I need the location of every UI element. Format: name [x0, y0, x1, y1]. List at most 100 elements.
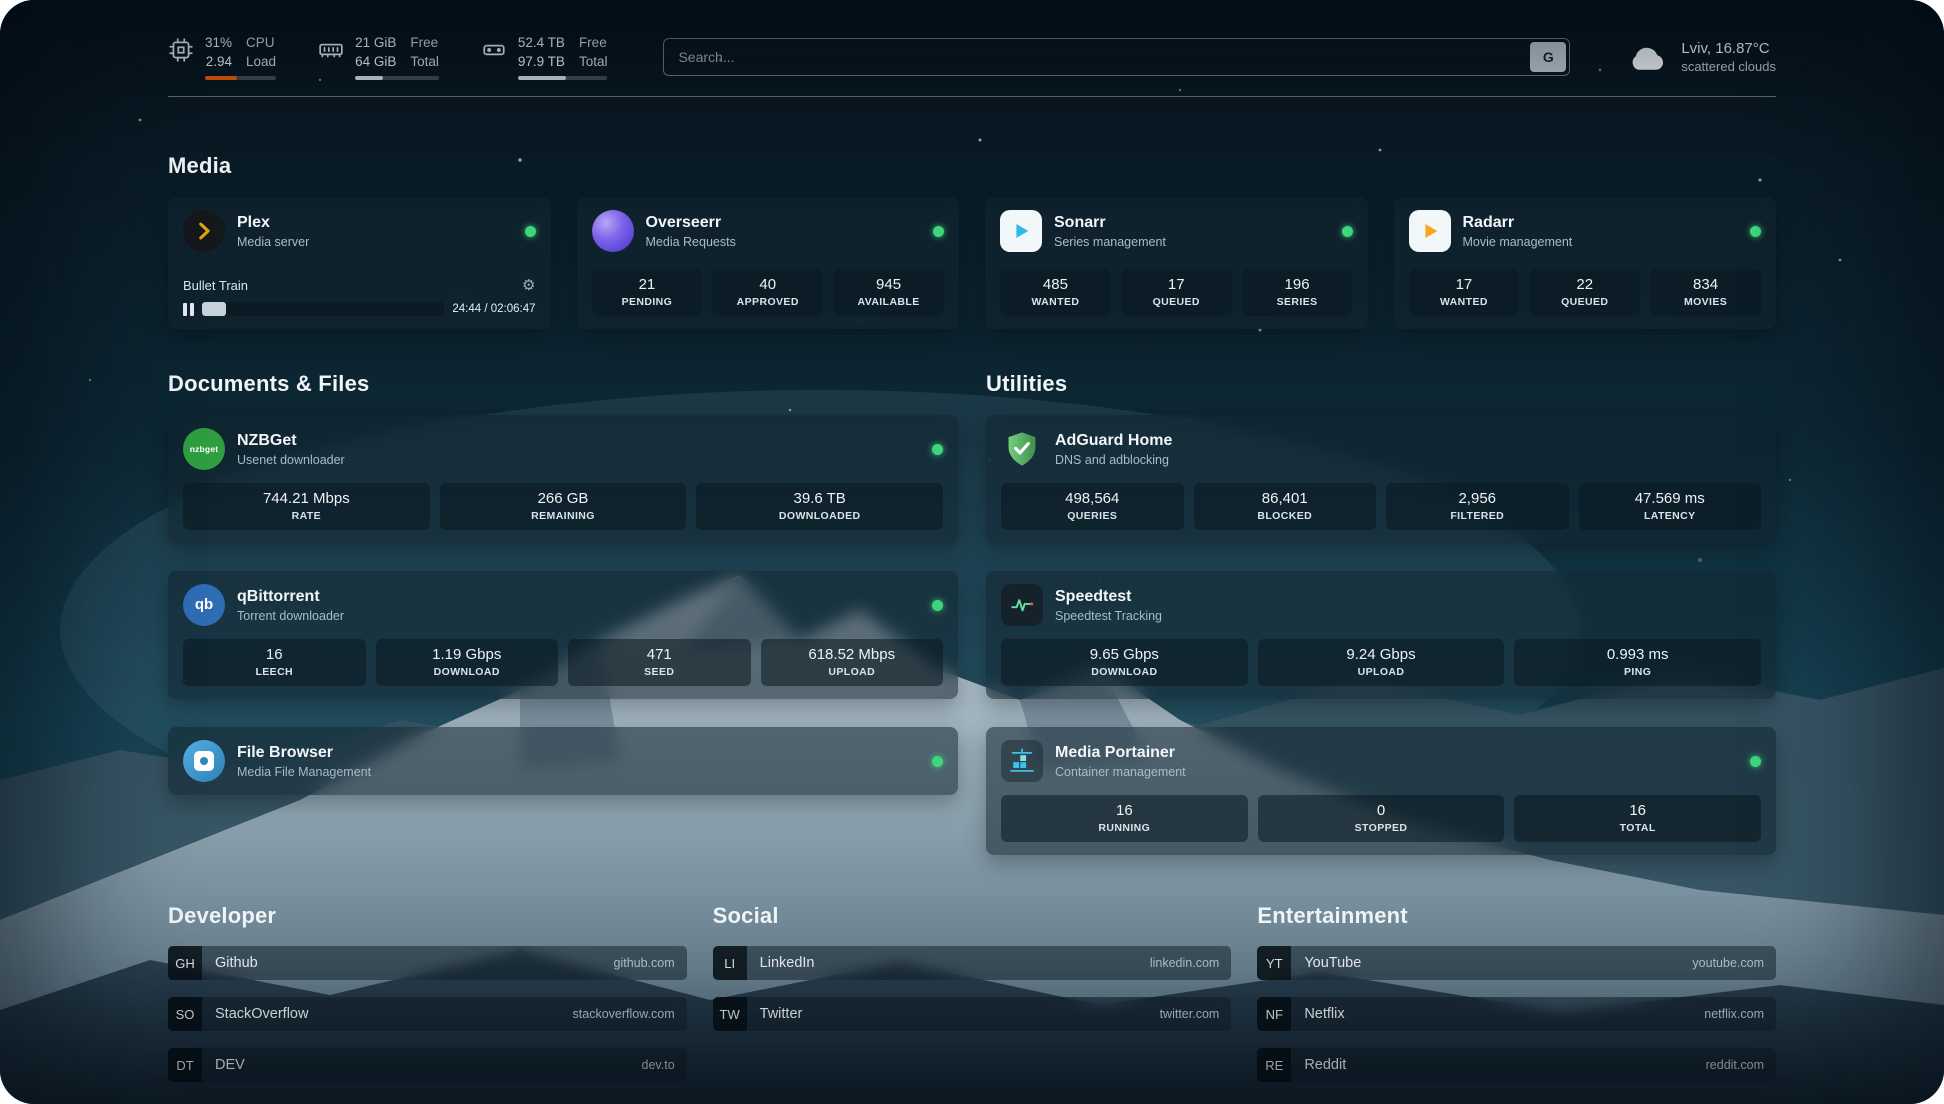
bookmark-name: LinkedIn	[760, 955, 815, 971]
bookmark-youtube[interactable]: YT YouTube youtube.com	[1257, 946, 1776, 980]
service-card-adguard[interactable]: AdGuard Home DNS and adblocking 498,564 …	[986, 415, 1776, 543]
disk-widget: 52.4 TB Free 97.9 TB Total	[481, 34, 608, 80]
service-name: Sonarr	[1054, 214, 1166, 232]
service-card-overseerr[interactable]: Overseerr Media Requests 21 PENDING 40 A…	[577, 197, 960, 329]
memory-widget: 21 GiB Free 64 GiB Total	[318, 34, 439, 80]
stat-download: 1.19 Gbps DOWNLOAD	[376, 639, 559, 686]
service-name: AdGuard Home	[1055, 432, 1172, 450]
disk-label-2: Total	[579, 53, 608, 71]
service-card-sonarr[interactable]: Sonarr Series management 485 WANTED 17 Q…	[985, 197, 1368, 329]
bookmark-dev[interactable]: DT DEV dev.to	[168, 1048, 687, 1082]
page-content: 31% CPU 2.94 Load	[0, 0, 1944, 1104]
bookmark-domain: github.com	[614, 956, 675, 970]
bookmark-linkedin[interactable]: LI LinkedIn linkedin.com	[713, 946, 1232, 980]
search-bar: G	[663, 38, 1570, 76]
cpu-widget: 31% CPU 2.94 Load	[168, 34, 276, 80]
bookmark-netflix[interactable]: NF Netflix netflix.com	[1257, 997, 1776, 1031]
weather-condition: scattered clouds	[1681, 59, 1776, 74]
plex-icon	[183, 210, 225, 252]
stat-movies: 834 MOVIES	[1650, 269, 1761, 316]
filebrowser-icon	[183, 740, 225, 782]
status-dot	[932, 444, 943, 455]
service-card-speedtest[interactable]: Speedtest Speedtest Tracking 9.65 Gbps D…	[986, 571, 1776, 699]
radarr-icon	[1409, 210, 1451, 252]
pause-button[interactable]	[183, 303, 194, 316]
bookmark-group-developer: Developer GH Github github.com SO StackO…	[168, 903, 687, 1082]
service-card-nzbget[interactable]: nzbget NZBGet Usenet downloader 744.21 M…	[168, 415, 958, 543]
bookmark-abbr: YT	[1257, 946, 1291, 980]
weather-location: Lviv, 16.87°C	[1681, 40, 1776, 57]
service-name: qBittorrent	[237, 588, 344, 606]
service-name: Plex	[237, 214, 309, 232]
stat-running: 16 RUNNING	[1001, 795, 1248, 842]
disk-progress-fill	[518, 76, 566, 80]
status-dot	[1342, 226, 1353, 237]
stat-remaining: 266 GB REMAINING	[440, 483, 687, 530]
disk-total-value: 97.9 TB	[518, 53, 565, 71]
memory-label-2: Total	[410, 53, 439, 71]
bookmark-reddit[interactable]: RE Reddit reddit.com	[1257, 1048, 1776, 1082]
stat-queued: 17 QUEUED	[1121, 269, 1232, 316]
service-card-filebrowser[interactable]: File Browser Media File Management	[168, 727, 958, 795]
bookmark-name: StackOverflow	[215, 1006, 308, 1022]
service-card-plex[interactable]: Plex Media server Bullet Train ⚙	[168, 197, 551, 329]
stat-queries: 498,564 QUERIES	[1001, 483, 1184, 530]
memory-progress-fill	[355, 76, 383, 80]
service-card-portainer[interactable]: Media Portainer Container management 16 …	[986, 727, 1776, 855]
nzbget-icon: nzbget	[183, 428, 225, 470]
stat-rate: 744.21 Mbps RATE	[183, 483, 430, 530]
bookmark-twitter[interactable]: TW Twitter twitter.com	[713, 997, 1232, 1031]
section-title-social: Social	[713, 903, 1232, 929]
disk-icon	[481, 37, 507, 63]
status-dot	[932, 600, 943, 611]
bookmark-name: Github	[215, 955, 258, 971]
section-title-documents: Documents & Files	[168, 371, 958, 397]
section-title-developer: Developer	[168, 903, 687, 929]
cpu-icon	[168, 37, 194, 63]
bookmark-abbr: NF	[1257, 997, 1291, 1031]
portainer-icon	[1001, 740, 1043, 782]
bookmark-name: YouTube	[1304, 955, 1361, 971]
status-dot	[1750, 226, 1761, 237]
search-input[interactable]	[663, 38, 1570, 76]
cloud-icon	[1626, 41, 1668, 73]
topbar: 31% CPU 2.94 Load	[168, 34, 1776, 80]
service-name: File Browser	[237, 744, 371, 762]
service-subtitle: Media server	[237, 235, 309, 249]
service-subtitle: Torrent downloader	[237, 609, 344, 623]
stat-filtered: 2,956 FILTERED	[1386, 483, 1569, 530]
stat-blocked: 86,401 BLOCKED	[1194, 483, 1377, 530]
service-name: Media Portainer	[1055, 744, 1186, 762]
cpu-label-2: Load	[246, 53, 276, 71]
search-provider-button[interactable]: G	[1530, 42, 1566, 72]
bookmark-group-social: Social LI LinkedIn linkedin.com TW Twitt…	[713, 903, 1232, 1082]
cpu-percent: 31%	[205, 34, 232, 52]
bookmark-domain: netflix.com	[1704, 1007, 1764, 1021]
bookmark-domain: dev.to	[642, 1058, 675, 1072]
bookmark-github[interactable]: GH Github github.com	[168, 946, 687, 980]
disk-progress-track	[518, 76, 608, 80]
qbittorrent-icon: qb	[183, 584, 225, 626]
cpu-load-value: 2.94	[205, 53, 232, 71]
memory-progress-track	[355, 76, 439, 80]
section-title-entertainment: Entertainment	[1257, 903, 1776, 929]
adguard-icon	[1001, 428, 1043, 470]
service-card-radarr[interactable]: Radarr Movie management 17 WANTED 22 QUE…	[1394, 197, 1777, 329]
memory-free-value: 21 GiB	[355, 34, 396, 52]
gear-icon[interactable]: ⚙	[522, 278, 535, 293]
topbar-divider	[168, 96, 1776, 97]
bookmark-name: Twitter	[760, 1006, 803, 1022]
bookmark-domain: twitter.com	[1160, 1007, 1220, 1021]
bookmark-abbr: DT	[168, 1048, 202, 1082]
stat-upload: 9.24 Gbps UPLOAD	[1258, 639, 1505, 686]
bookmark-stackoverflow[interactable]: SO StackOverflow stackoverflow.com	[168, 997, 687, 1031]
status-dot	[932, 756, 943, 767]
stat-approved: 40 APPROVED	[712, 269, 823, 316]
media-cards: Plex Media server Bullet Train ⚙	[168, 197, 1776, 329]
stat-stopped: 0 STOPPED	[1258, 795, 1505, 842]
service-card-qbittorrent[interactable]: qb qBittorrent Torrent downloader 16 LEE…	[168, 571, 958, 699]
stat-total: 16 TOTAL	[1514, 795, 1761, 842]
bookmark-domain: reddit.com	[1706, 1058, 1764, 1072]
service-subtitle: Media Requests	[646, 235, 736, 249]
playback-progress-track[interactable]	[202, 302, 444, 316]
